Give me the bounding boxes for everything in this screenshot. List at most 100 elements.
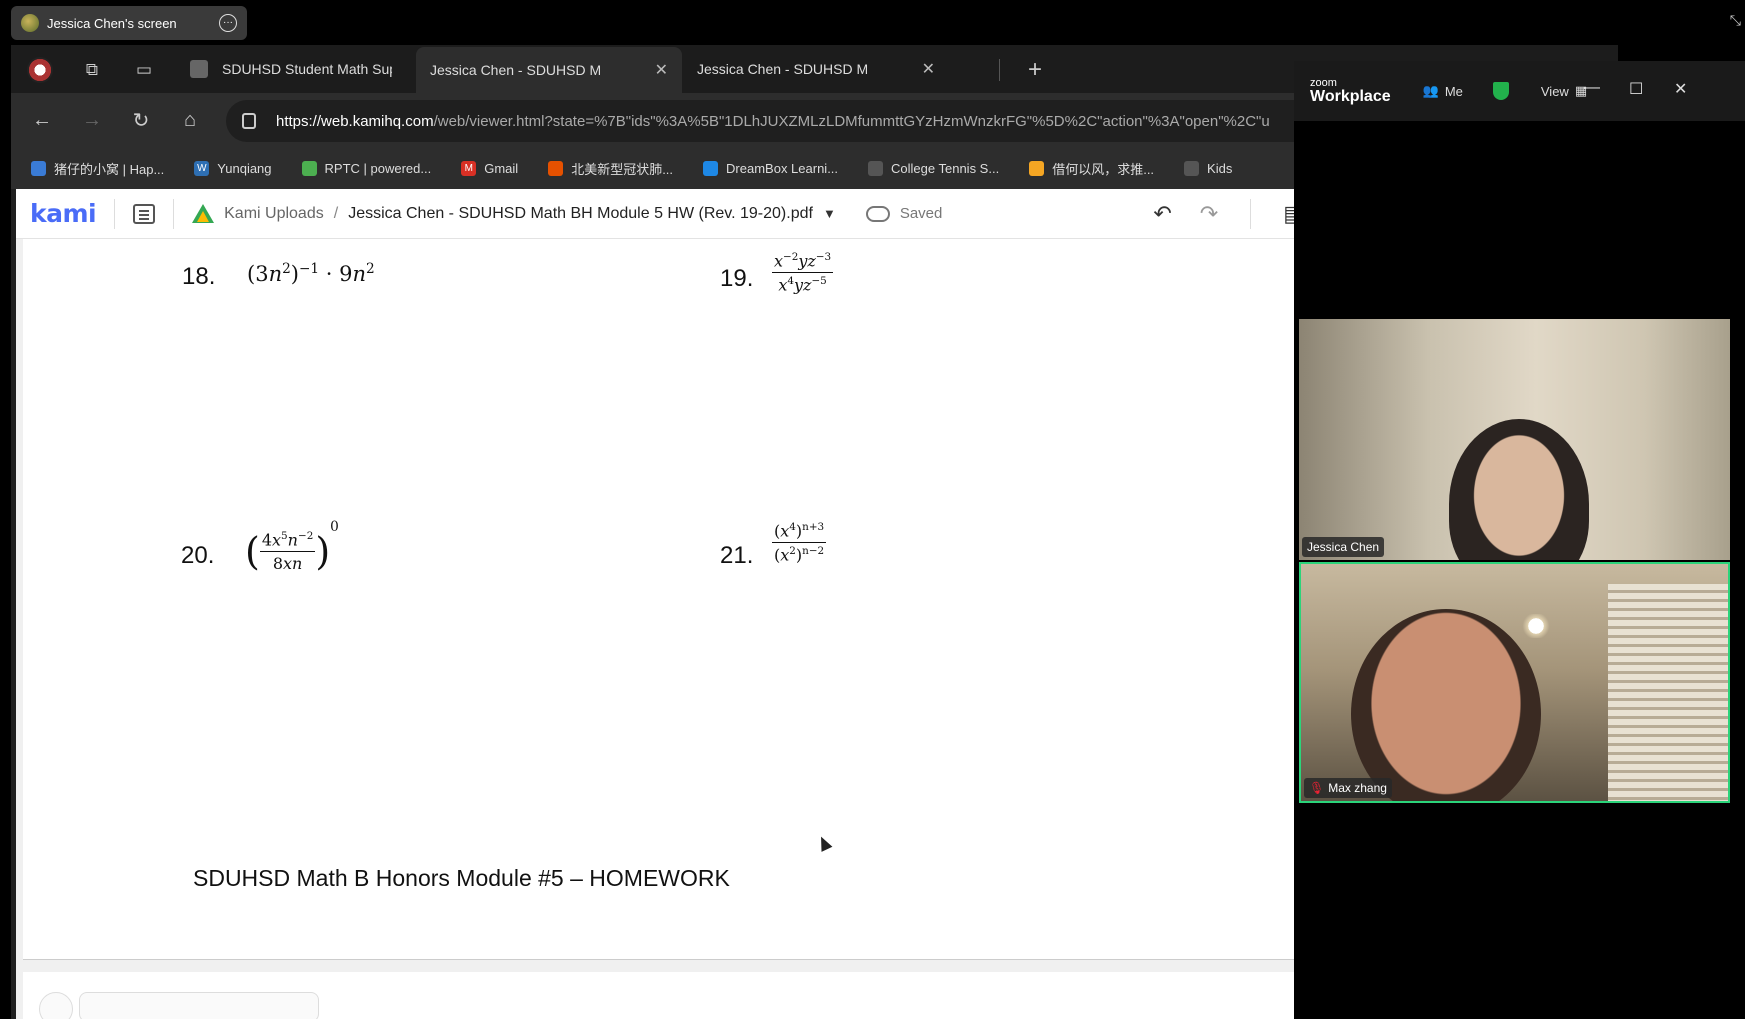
problem-number-20: 20. [181,542,215,569]
participant-name: Jessica Chen [1307,540,1380,554]
toolbar-divider [1250,199,1252,229]
refresh-button[interactable]: ↻ [128,107,154,133]
exit-fullscreen-icon[interactable]: ⤡ [1730,12,1741,29]
more-options-icon[interactable]: ··· [219,14,237,32]
bookmark-label: 猪仔的小窝 | Hap... [54,161,165,177]
participant-name: Max zhang [1328,781,1387,795]
problem-number-19: 19. [720,265,754,292]
mouse-cursor-icon [815,834,833,852]
tab-1[interactable]: SDUHSD Student Math Sup ✕ [176,45,442,93]
kami-logo[interactable]: kami [30,199,97,228]
maximize-icon[interactable]: ☐ [1629,79,1643,99]
bookmark-label: Yunqiang [217,160,272,176]
problem-expression-21: (x4)n+3 (x2)n−2 [772,521,827,565]
redo-icon[interactable]: ↷ [1200,201,1218,227]
google-drive-icon [192,203,215,224]
doc-icon [190,60,208,78]
bookmark-label: RPTC | powered... [324,160,432,176]
participant-video [1351,609,1541,801]
forward-button[interactable]: → [79,107,105,133]
undo-icon[interactable]: ↶ [1153,201,1171,227]
problem-expression-20: (4x5n−2 8xn)0 [245,519,339,574]
sidebar-toggle-icon[interactable]: ▭ [131,57,157,83]
bookmark-item[interactable]: DreamBox Learni... [703,160,839,176]
screen-share-label: Jessica Chen's screen [47,15,177,31]
url-path: /web/viewer.html?state=%7B"ids"%3A%5B"1D… [433,112,1270,130]
new-tab-button[interactable]: + [1028,56,1042,84]
tab-title: SDUHSD Student Math Sup [222,61,392,77]
page-icon [1184,160,1200,176]
tab-divider [999,59,1000,81]
zoom-brand-big: Workplace [1310,87,1391,105]
cloud-check-icon [865,205,890,222]
tab-2[interactable]: k Jessica Chen - SDUHSD Ma ✕ [416,47,682,209]
page-icon [868,160,884,176]
video-tile-active-speaker[interactable]: 🎙 Max zhang [1299,562,1730,803]
collections-icon[interactable]: ⧉ [79,57,105,83]
page-tool-bar[interactable] [79,992,319,1019]
meeting-label: Me [1444,83,1463,99]
screen-share-banner[interactable]: Jessica Chen's screen ··· [11,6,247,40]
meeting-info-button[interactable]: 👥 Me [1423,83,1463,99]
bookmark-label: DreamBox Learni... [726,160,839,176]
bookmark-item[interactable]: W Yunqiang [194,160,272,176]
document-title[interactable]: Jessica Chen - SDUHSD Math BH Module 5 H… [348,205,813,223]
chevron-down-icon[interactable]: ▼ [823,206,836,221]
view-label: View [1540,83,1569,99]
close-tab-icon[interactable]: ✕ [922,59,935,79]
sharer-avatar [21,14,39,32]
bookmark-item[interactable]: 北美新型冠状肺... [548,159,673,178]
close-tab-icon[interactable]: ✕ [655,60,668,80]
problem-expression-19: x−2yz−3 x4yz−5 [772,251,834,295]
minimize-icon[interactable]: — [1584,79,1600,97]
toolbar-divider [114,198,116,229]
home-button[interactable]: ⌂ [177,107,203,133]
view-button[interactable]: View ▦ [1541,83,1587,99]
lock-icon[interactable] [242,113,256,129]
encryption-shield-icon[interactable] [1492,82,1509,100]
bookmark-label: Kids [1207,160,1233,176]
kami-app: kami Kami Uploads / Jessica Chen - SDUHS… [16,189,1318,1019]
document-viewer[interactable]: 18. (3n2)−1 · 9n2 19. x−2yz−3 x4yz−5 20. … [16,239,1318,1019]
zoom-window: zoom Workplace 👥 Me View ▦ — ☐ ✕ Jessica C… [1294,61,1745,1019]
participant-nametag: Jessica Chen [1302,537,1385,557]
zoom-brand-small: zoom [1310,76,1337,89]
bookmark-label: College Tennis S... [891,160,1000,176]
kami-toolbar: kami Kami Uploads / Jessica Chen - SDUHS… [16,189,1318,239]
save-status-label: Saved [899,205,943,222]
outline-list-icon[interactable] [133,203,156,224]
tab-title: Jessica Chen - SDUHSD Ma [697,61,867,77]
bookmark-item[interactable]: M Gmail [461,160,519,176]
bookmark-favicon-icon [301,160,317,176]
close-icon[interactable]: ✕ [1674,79,1687,99]
tab-3[interactable]: k Jessica Chen - SDUHSD Ma ✕ [683,45,949,206]
breadcrumb-separator: / [333,204,339,222]
gmail-icon: M [461,160,477,176]
bookmark-label: 借何以风，求推... [1052,161,1155,177]
bookmark-favicon-icon [703,160,719,176]
bookmark-item[interactable]: RPTC | powered... [301,160,432,176]
bookmark-label: Gmail [484,160,519,176]
zoom-logo: zoom Workplace [1310,76,1391,105]
bookmark-item[interactable]: College Tennis S... [868,160,1000,176]
pdf-page: 18. (3n2)−1 · 9n2 19. x−2yz−3 x4yz−5 20. … [23,239,1318,960]
bookmark-favicon-icon [31,160,46,176]
video-tile[interactable]: Jessica Chen [1299,319,1730,560]
page-tool-button[interactable] [39,992,73,1019]
bookmark-item[interactable]: Kids [1184,160,1233,176]
participant-video [1449,419,1589,560]
page-footer-title: SDUHSD Math B Honors Module #5 – HOMEWOR… [193,865,730,891]
breadcrumb-root[interactable]: Kami Uploads [224,205,324,223]
problem-number-21: 21. [720,542,754,569]
save-status: Saved [865,205,943,222]
back-button[interactable]: ← [29,107,55,133]
problem-number-18: 18. [182,263,216,290]
profile-avatar[interactable] [27,57,53,83]
bookmark-item[interactable]: 借何以风，求推... [1029,159,1154,178]
participants-icon: 👥 [1422,83,1439,98]
bookmark-item[interactable]: 猪仔的小窝 | Hap... [31,159,164,178]
bookmark-favicon-icon [548,160,564,176]
zoom-title-bar: zoom Workplace 👥 Me View ▦ — ☐ ✕ [1294,61,1745,121]
bookmark-favicon-icon [1029,160,1045,176]
participant-nametag: 🎙 Max zhang [1304,778,1392,798]
